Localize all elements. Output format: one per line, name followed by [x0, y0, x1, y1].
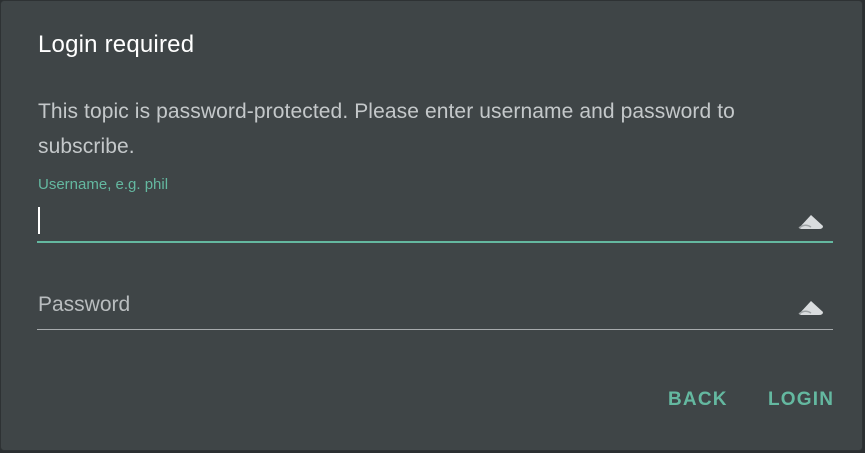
autofill-icon[interactable] [797, 297, 825, 317]
text-caret [38, 207, 40, 234]
password-input[interactable] [37, 289, 793, 325]
username-input[interactable] [37, 203, 793, 239]
password-field[interactable]: Password [37, 281, 833, 330]
username-field[interactable]: Username, e.g. phil [37, 173, 833, 243]
login-button[interactable]: LOGIN [768, 389, 834, 411]
username-label: Username, e.g. phil [38, 176, 169, 193]
autofill-icon[interactable] [797, 211, 825, 231]
back-button[interactable]: BACK [668, 389, 728, 411]
password-underline [37, 329, 833, 330]
username-underline [37, 241, 833, 243]
login-dialog: Login required This topic is password-pr… [0, 0, 863, 451]
dialog-description: This topic is password-protected. Please… [38, 100, 735, 158]
dialog-title: Login required [38, 31, 195, 58]
